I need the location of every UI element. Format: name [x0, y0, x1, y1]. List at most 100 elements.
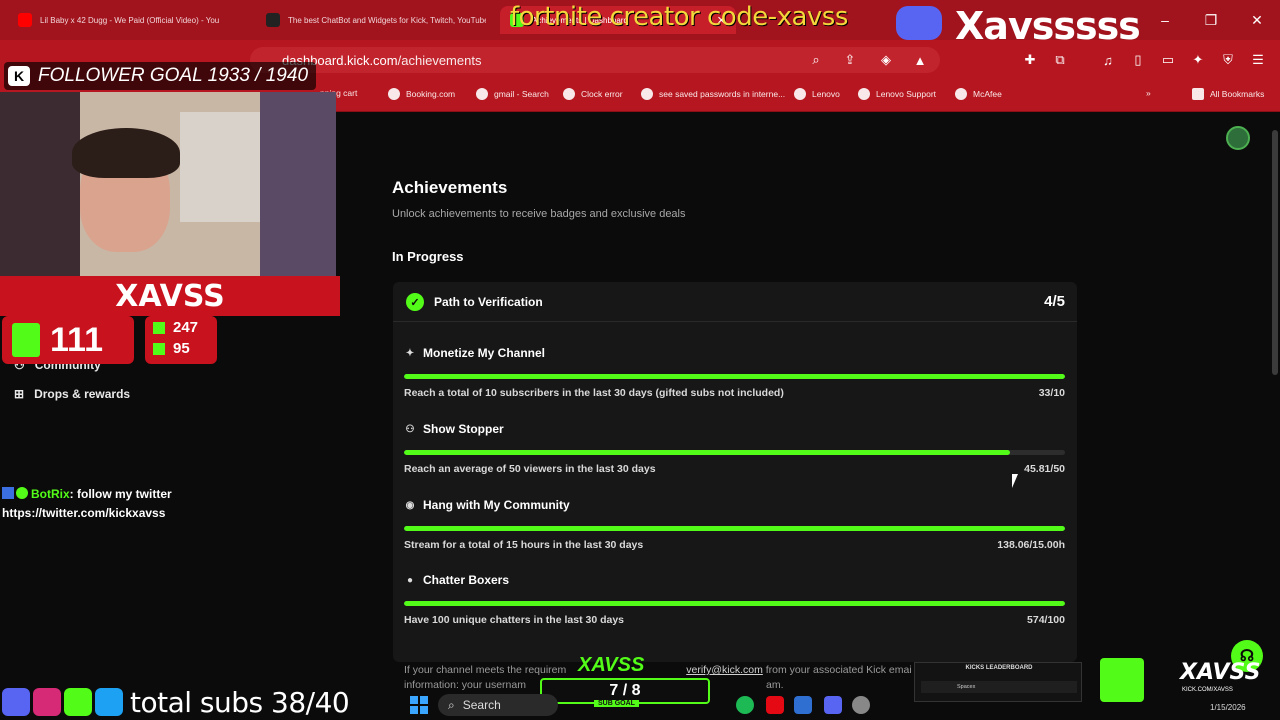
bookmark-item[interactable]: Lenovo [794, 88, 840, 100]
progress-bar [404, 601, 1065, 606]
bookmark-item[interactable]: McAfee [955, 88, 1002, 100]
stat-value: 111 [50, 320, 103, 359]
media-icon[interactable]: ♫ [1098, 50, 1118, 70]
progress-bar [404, 374, 1065, 379]
verified-badge-icon [16, 487, 28, 499]
tab-botrix[interactable]: The best ChatBot and Widgets for Kick, T… [256, 6, 486, 34]
search-icon [476, 88, 488, 100]
search-icon[interactable]: ⌕ [806, 50, 826, 70]
cam-person [72, 128, 180, 178]
chat-icon: ● [406, 574, 414, 586]
item-title-text: Chatter Boxers [423, 573, 510, 587]
progress-bar [404, 450, 1065, 455]
total-subs-overlay: total subs 38/40 [0, 684, 350, 720]
bot-badge-icon [2, 487, 14, 499]
discord-icon [896, 6, 942, 40]
tab-search-icon[interactable]: ⧉ [1050, 50, 1070, 70]
channel-logo-overlay: XAVSS KICK.COM/XAVSS [1100, 654, 1280, 704]
close-window-button[interactable]: ✕ [1234, 0, 1280, 40]
sidebar-icon[interactable]: ▯ [1128, 50, 1148, 70]
gift-icon: ⊞ [14, 387, 25, 401]
bookmark-item[interactable]: Lenovo Support [858, 88, 936, 100]
spotify-icon[interactable] [736, 696, 754, 714]
bookmark-label: Lenovo [812, 89, 840, 99]
logo-subtext: KICK.COM/XAVSS [1182, 687, 1233, 693]
achievement-item-title: ⚇ Show Stopper [405, 422, 504, 436]
search-icon: ⌕ [448, 697, 455, 712]
discord-icon[interactable] [824, 696, 842, 714]
streamer-name-banner: Xavsssss [955, 4, 1141, 48]
settings-icon[interactable] [852, 696, 870, 714]
sparkle-icon: ✦ [405, 347, 415, 359]
maximize-button[interactable]: ❐ [1188, 0, 1234, 40]
achievement-card: ✓ Path to Verification 4/5 ✦ Monetize My… [393, 282, 1077, 662]
footnote-text: am. [765, 679, 784, 691]
kick-logo-icon [1100, 658, 1144, 702]
achievement-item-value: 138.06/15.00h [997, 539, 1065, 551]
bookmarks-overflow-icon[interactable]: » [1146, 88, 1151, 98]
achievement-item-title: ✦ Monetize My Channel [405, 346, 545, 360]
item-title-text: Hang with My Community [423, 498, 570, 512]
bookmark-item[interactable]: gmail - Search [476, 88, 549, 100]
achievement-item-value: 574/100 [1027, 614, 1065, 626]
cam-bg [260, 92, 336, 282]
bookmark-label: gmail - Search [494, 89, 549, 99]
section-heading: In Progress [392, 249, 464, 264]
vpn-icon[interactable]: ⛨ [1218, 50, 1238, 70]
minimize-button[interactable]: – [1142, 0, 1188, 40]
progress-bar [404, 526, 1065, 531]
card-header[interactable]: ✓ Path to Verification 4/5 [393, 282, 1077, 322]
botrix-icon [266, 13, 280, 27]
webcam-feed [0, 92, 336, 282]
leaderboard-row: Spacex [921, 681, 1077, 693]
leo-icon[interactable]: ✦ [1188, 50, 1208, 70]
taskbar-date: 1/15/2026 [1210, 703, 1246, 712]
bars-icon [153, 342, 165, 355]
arrow-icon [153, 321, 165, 334]
menu-icon[interactable]: ☰ [1248, 50, 1268, 70]
broadcast-icon: ◉ [405, 499, 415, 511]
netflix-icon[interactable] [766, 696, 784, 714]
tab-youtube[interactable]: Lil Baby x 42 Dugg - We Paid (Official V… [8, 6, 240, 34]
windows-start-icon[interactable] [410, 696, 428, 714]
bookmark-label: Clock error [581, 89, 623, 99]
viewer-count-overlay: 111 [2, 316, 134, 364]
wallet-icon[interactable]: ▭ [1158, 50, 1178, 70]
bookmark-item[interactable]: see saved passwords in interne... [641, 88, 785, 100]
brave-shield-icon[interactable]: ◈ [876, 50, 896, 70]
twitter-icon [95, 688, 123, 716]
files-icon[interactable] [794, 696, 812, 714]
kick-icon [64, 688, 92, 716]
share-icon[interactable]: ⇪ [840, 50, 860, 70]
bookmark-item[interactable]: Booking.com [388, 88, 455, 100]
kick-logo-icon [12, 323, 40, 357]
bookmark-label: McAfee [973, 89, 1002, 99]
mouse-cursor [1012, 474, 1018, 488]
mcafee-icon [955, 88, 967, 100]
item-title-text: Monetize My Channel [423, 346, 546, 360]
sidebar-item-drops-rewards[interactable]: ⊞ Drops & rewards [14, 387, 130, 401]
all-bookmarks[interactable]: All Bookmarks [1192, 88, 1264, 100]
globe-icon [794, 88, 806, 100]
avatar[interactable] [1226, 126, 1250, 150]
extensions-icon[interactable]: ✚ [1020, 50, 1040, 70]
scrollbar[interactable] [1272, 130, 1278, 375]
achievement-item-value: 45.81/50 [1024, 463, 1065, 475]
achievement-item-title: ● Chatter Boxers [405, 573, 509, 587]
chat-link: https://twitter.com/kickxavss [2, 506, 166, 520]
chat-overlay: BotRix: follow my twitter https://twitte… [2, 485, 332, 523]
item-title-text: Show Stopper [423, 422, 504, 436]
rewards-icon[interactable]: ▲ [910, 50, 930, 70]
achievement-item-desc: Reach an average of 50 viewers in the la… [404, 463, 656, 475]
bookmark-item[interactable]: Clock error [563, 88, 623, 100]
stat-value: 95 [173, 340, 190, 357]
url-bar[interactable]: dashboard.kick.com/achievements [250, 47, 940, 73]
card-title: Path to Verification [434, 295, 543, 309]
achievement-item-value: 33/10 [1038, 387, 1065, 399]
card-progress-count: 4/5 [1044, 293, 1065, 310]
footnote-text: from your associated Kick emai [762, 664, 912, 676]
achievement-item-desc: Have 100 unique chatters in the last 30 … [404, 614, 625, 626]
stat-value: 247 [173, 319, 199, 336]
chat-message: : follow my twitter [69, 487, 172, 501]
taskbar-search[interactable]: ⌕ Search [438, 694, 558, 716]
